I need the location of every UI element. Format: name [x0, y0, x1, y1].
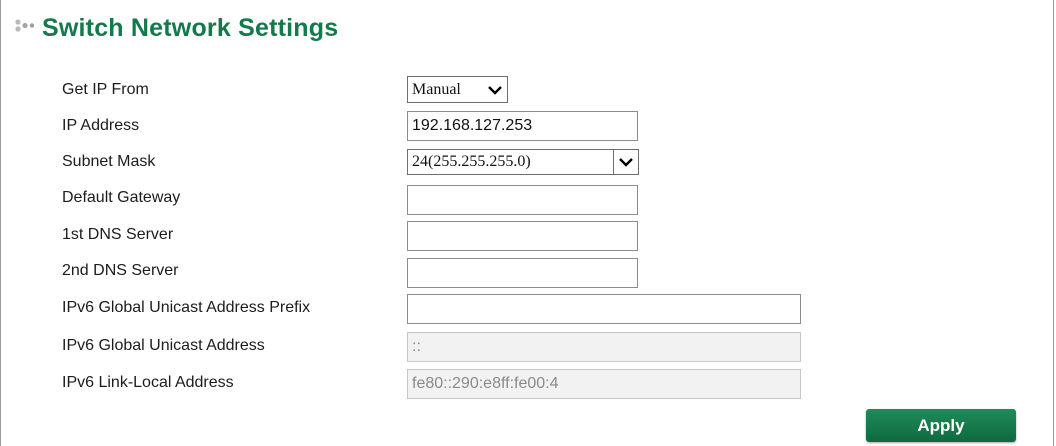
dns2-input[interactable] [407, 258, 638, 288]
dns1-input[interactable] [407, 221, 638, 251]
ipv6-link-local-label: IPv6 Link-Local Address [62, 374, 234, 391]
dns2-label: 2nd DNS Server [62, 262, 179, 279]
chevron-down-icon [487, 84, 503, 96]
ipv6-link-local-field: fe80::290:e8ff:fe00:4 [407, 369, 801, 399]
get-ip-from-label: Get IP From [62, 81, 149, 98]
get-ip-from-value: Manual [412, 80, 461, 98]
apply-button[interactable]: Apply [866, 409, 1016, 442]
page-title: Switch Network Settings [42, 13, 339, 42]
ipv6-prefix-label: IPv6 Global Unicast Address Prefix [62, 299, 311, 316]
subnet-mask-select[interactable]: 24(255.255.255.0) [407, 149, 639, 175]
page-header: Switch Network Settings [14, 10, 338, 46]
ipv6-global-field: :: [407, 332, 801, 362]
get-ip-from-select[interactable]: Manual [407, 76, 508, 103]
ip-address-label: IP Address [62, 117, 140, 134]
subnet-mask-value: 24(255.255.255.0) [412, 153, 531, 170]
ipv6-prefix-input[interactable] [407, 294, 801, 324]
chevron-down-icon [613, 150, 638, 174]
dots-decoration-icon [15, 19, 35, 32]
subnet-mask-label: Subnet Mask [62, 153, 156, 170]
default-gateway-input[interactable] [407, 185, 638, 215]
ipv6-global-label: IPv6 Global Unicast Address [62, 337, 265, 354]
dns1-label: 1st DNS Server [62, 226, 174, 243]
ip-address-input[interactable]: 192.168.127.253 [407, 111, 638, 141]
default-gateway-label: Default Gateway [62, 189, 181, 206]
